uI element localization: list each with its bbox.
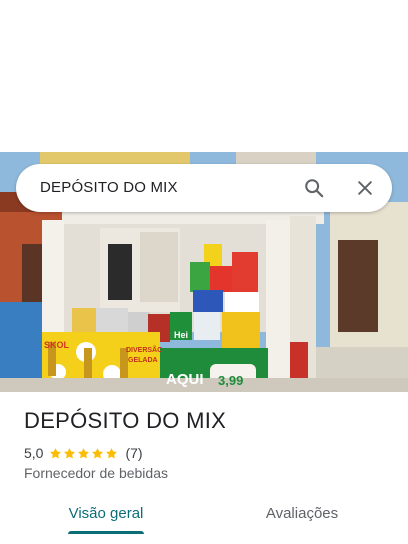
star-icon — [78, 447, 90, 458]
star-icon — [92, 447, 104, 458]
search-button[interactable] — [298, 172, 330, 204]
heineken-sign-text: Hei — [174, 330, 188, 340]
active-tab-indicator — [68, 531, 144, 534]
search-bar[interactable]: DEPÓSITO DO MIX — [16, 164, 392, 212]
review-count[interactable]: (7) — [125, 445, 142, 461]
rating-value: 5,0 — [24, 445, 44, 461]
star-icon — [64, 447, 76, 458]
aqui-sign-text: AQUI — [166, 371, 204, 388]
clear-search-button[interactable] — [349, 172, 381, 204]
search-input[interactable]: DEPÓSITO DO MIX — [40, 164, 178, 212]
price-sign-text: 3,99 — [218, 373, 243, 388]
tab-reviews[interactable]: Avaliações — [248, 498, 356, 534]
gelada-sign-text: GELADA — [128, 357, 158, 364]
tab-overview[interactable]: Visão geral — [52, 498, 160, 534]
diversao-sign-text: DIVERSÃO — [126, 345, 163, 354]
star-icon — [106, 447, 118, 458]
rating-row[interactable]: 5,0 (7) — [24, 444, 143, 462]
close-icon — [358, 181, 372, 195]
place-title: DEPÓSITO DO MIX — [24, 408, 227, 433]
search-icon — [305, 179, 324, 198]
skol-sign-text: SKOL — [44, 340, 70, 350]
rating-stars — [49, 447, 119, 460]
place-category: Fornecedor de bebidas — [24, 465, 168, 481]
star-icon — [50, 447, 62, 458]
place-tabs: Visão geral Avaliações — [0, 498, 408, 544]
map-header-blank — [0, 0, 408, 152]
